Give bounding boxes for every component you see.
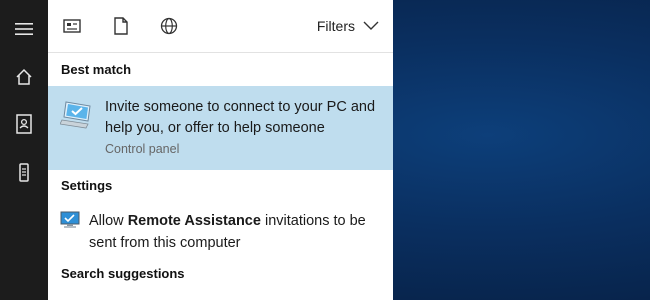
search-suggestions-heading: Search suggestions [61, 266, 185, 281]
filters-label: Filters [316, 18, 355, 34]
start-rail [0, 0, 48, 300]
best-match-title: Invite someone to connect to your PC and… [105, 99, 376, 136]
web-icon[interactable] [157, 14, 181, 38]
monitor-settings-icon [60, 210, 80, 235]
filters-button[interactable]: Filters [317, 14, 379, 38]
best-match-result[interactable]: Invite someone to connect to your PC and… [48, 86, 393, 170]
settings-result-text: Allow Remote Assistance invitations to b… [89, 210, 379, 254]
documents-icon[interactable] [109, 14, 133, 38]
home-icon[interactable] [0, 57, 48, 97]
settings-result-prefix: Allow [89, 213, 128, 229]
remote-assistance-monitor-icon [59, 99, 94, 136]
search-topbar: Filters [48, 0, 393, 53]
device-icon[interactable] [0, 153, 48, 193]
best-match-category: Control panel [105, 142, 180, 156]
settings-heading: Settings [61, 178, 113, 193]
hamburger-menu-icon[interactable] [0, 9, 48, 49]
settings-result-bold: Remote Assistance [127, 213, 261, 229]
apps-icon[interactable] [60, 14, 84, 38]
notebook-icon[interactable] [0, 104, 48, 144]
search-results-panel: Filters Best match Invite someone to con… [48, 0, 393, 300]
best-match-heading: Best match [61, 62, 132, 77]
settings-result[interactable]: Allow Remote Assistance invitations to b… [48, 204, 393, 256]
chevron-down-icon [363, 18, 379, 34]
